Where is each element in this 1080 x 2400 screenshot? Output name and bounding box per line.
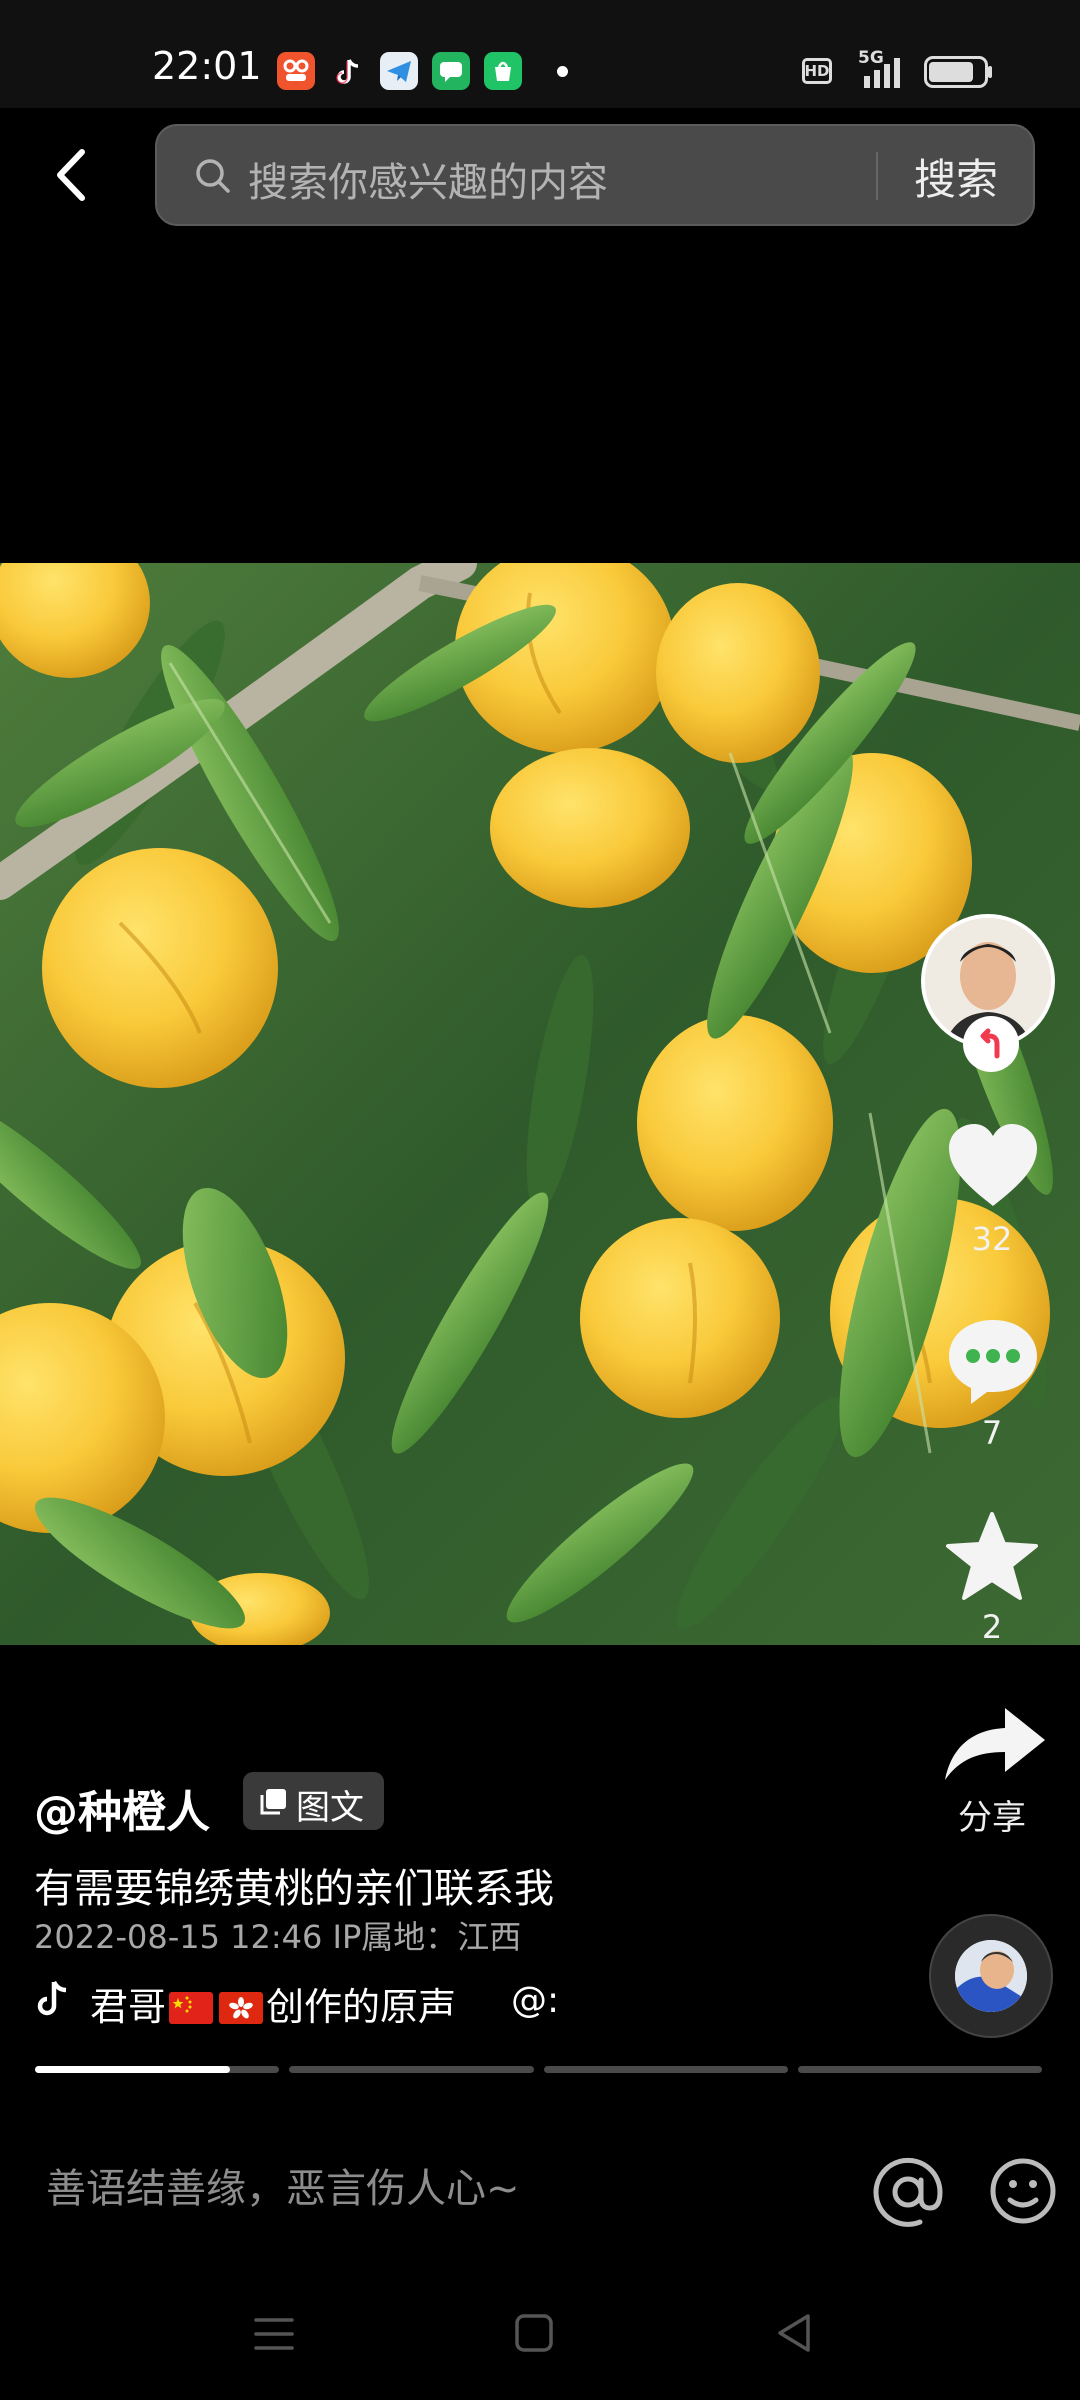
- progress-segment: [289, 2066, 534, 2073]
- post-type-label: 图文: [296, 1788, 364, 1828]
- post-meta: 2022-08-15 12:46 IP属地：江西: [34, 1918, 522, 1956]
- share-label[interactable]: 分享: [940, 1790, 1044, 1839]
- music-suffix: 创作的原声: [266, 1985, 457, 2029]
- back-button[interactable]: [40, 140, 110, 210]
- post-image[interactable]: [0, 563, 1080, 1645]
- search-input[interactable]: 搜索你感兴趣的内容: [248, 150, 608, 208]
- music-title[interactable]: 君哥 创作的原声: [90, 1976, 456, 2031]
- comment-input[interactable]: 善语结善缘，恶言伤人心~: [46, 2156, 520, 2214]
- shopping-icon: [484, 52, 522, 90]
- progress-segment: [543, 2066, 788, 2073]
- like-count: 32: [971, 1220, 1013, 1258]
- search-button[interactable]: 搜索: [893, 144, 1019, 208]
- music-avatar: [955, 1940, 1027, 2012]
- favorite-count: 2: [981, 1608, 1003, 1646]
- nav-back-button[interactable]: [774, 2312, 814, 2354]
- music-artist: 君哥: [90, 1985, 167, 2029]
- progress-segment: [797, 2066, 1042, 2073]
- nav-home-button[interactable]: [514, 2313, 554, 2353]
- search-divider: [876, 152, 878, 200]
- music-note-icon: [34, 1978, 70, 2020]
- battery-level: [929, 62, 973, 82]
- follow-button[interactable]: [963, 1016, 1019, 1072]
- mention-button[interactable]: [872, 2156, 944, 2228]
- hd-badge: HD: [802, 58, 832, 84]
- battery-tip: [988, 66, 992, 78]
- progress-segment-fill: [35, 2066, 231, 2073]
- post-caption[interactable]: 有需要锦绣黄桃的亲们联系我: [34, 1856, 554, 1914]
- hong-kong-flag-icon: [219, 1992, 264, 2024]
- author-name[interactable]: @种橙人: [34, 1776, 210, 1840]
- music-mention: @:: [511, 1980, 555, 2021]
- tiktok-icon: [328, 52, 366, 90]
- china-flag-icon: [169, 1992, 214, 2024]
- search-icon: [193, 156, 233, 196]
- app-icon-orange: [277, 52, 315, 90]
- status-time: 22:01: [152, 44, 262, 88]
- emoji-button[interactable]: [988, 2156, 1058, 2226]
- signal-icon: [862, 58, 910, 88]
- telegram-icon: [380, 52, 418, 90]
- nav-menu-button[interactable]: [254, 2316, 294, 2352]
- share-icon[interactable]: [943, 1706, 1047, 1782]
- comment-icon[interactable]: [945, 1316, 1041, 1406]
- notification-dot: [557, 66, 568, 77]
- image-post-icon: [258, 1787, 288, 1817]
- comment-count: 7: [981, 1414, 1003, 1452]
- favorite-icon[interactable]: [944, 1510, 1040, 1602]
- messages-icon: [432, 52, 470, 90]
- like-icon[interactable]: [945, 1122, 1041, 1212]
